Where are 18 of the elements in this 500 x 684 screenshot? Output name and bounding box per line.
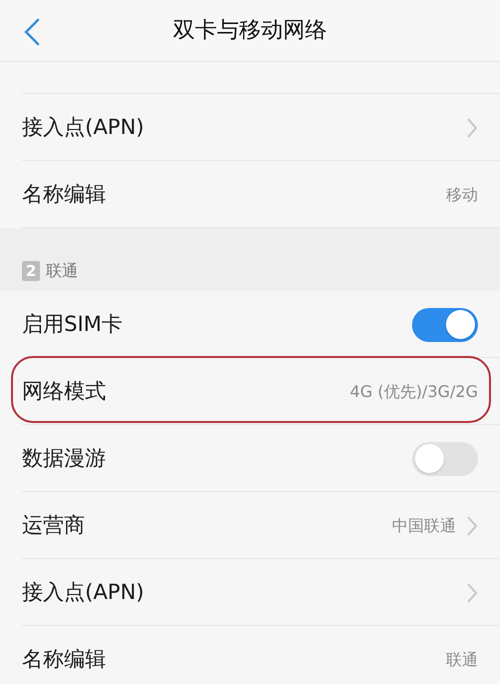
setting-label: 运营商	[22, 512, 85, 539]
setting-value: 联通	[446, 648, 478, 670]
toggle-switch[interactable]	[412, 308, 478, 342]
back-icon[interactable]	[22, 18, 42, 46]
setting-label: 启用SIM卡	[22, 310, 123, 338]
setting-label: 数据漫游	[22, 444, 106, 472]
setting-label: 接入点(APN)	[22, 578, 144, 606]
toggle-switch[interactable]	[412, 442, 478, 476]
setting-value: 移动	[446, 184, 478, 206]
screen-title: 双卡与移动网络	[173, 17, 327, 45]
sim-badge: 2	[22, 261, 40, 281]
section-header: 联通	[46, 261, 78, 281]
setting-label: 名称编辑	[22, 646, 106, 673]
setting-label: 网络模式	[22, 378, 106, 405]
setting-label: 接入点(APN)	[22, 114, 144, 141]
setting-value: 中国联通	[392, 514, 456, 536]
setting-value: 4G (优先)/3G/2G	[350, 380, 478, 402]
setting-label: 名称编辑	[22, 180, 106, 208]
